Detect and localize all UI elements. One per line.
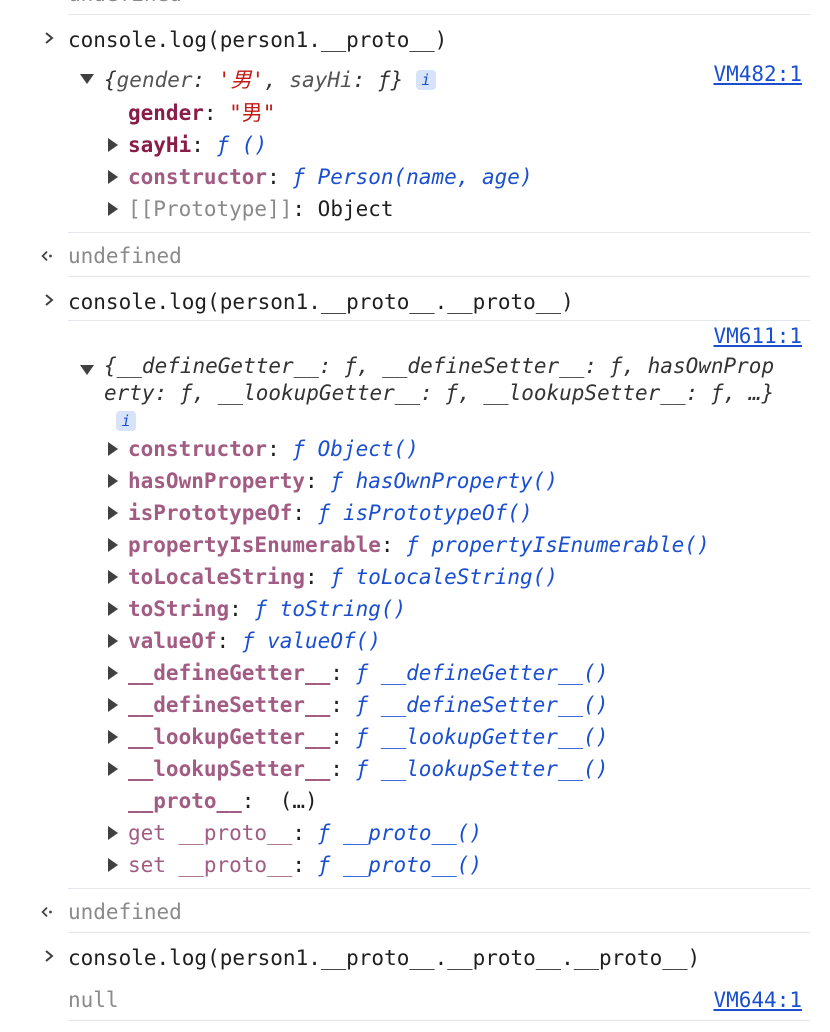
property-value: ƒ __defineGetter__() xyxy=(355,661,609,685)
property-row[interactable]: sayHi: ƒ () xyxy=(128,129,267,161)
chevron-right-icon xyxy=(45,294,54,306)
property-row[interactable]: __lookupGetter__: ƒ __lookupGetter__() xyxy=(128,721,608,753)
console-command[interactable]: console.log(person1.__proto__.__proto__) xyxy=(68,286,574,318)
property-row[interactable]: propertyIsEnumerable: ƒ propertyIsEnumer… xyxy=(128,529,710,561)
triangle-right-icon[interactable] xyxy=(108,202,118,216)
triangle-right-icon[interactable] xyxy=(108,170,118,184)
triangle-right-icon[interactable] xyxy=(108,698,118,712)
property-key: __lookupGetter__ xyxy=(128,725,331,749)
property-value: ƒ toLocaleString() xyxy=(330,565,558,589)
property-row: gender: "男" xyxy=(128,101,276,125)
property-row[interactable]: constructor: ƒ Object() xyxy=(128,433,419,465)
source-link-vm644[interactable]: VM644:1 xyxy=(713,984,802,1016)
property-row[interactable]: hasOwnProperty: ƒ hasOwnProperty() xyxy=(128,465,558,497)
property-row[interactable]: get __proto__: ƒ __proto__() xyxy=(128,817,482,849)
info-icon[interactable]: i xyxy=(415,70,436,90)
separator xyxy=(68,14,810,15)
separator xyxy=(68,932,810,933)
triangle-right-icon[interactable] xyxy=(108,666,118,680)
property-value: (…) xyxy=(279,789,318,813)
property-key: set __proto__ xyxy=(128,853,293,877)
property-row[interactable]: set __proto__: ƒ __proto__() xyxy=(128,849,482,881)
triangle-right-icon[interactable] xyxy=(108,730,118,744)
triangle-down-icon[interactable] xyxy=(80,74,94,84)
triangle-right-icon[interactable] xyxy=(108,634,118,648)
property-key: toLocaleString xyxy=(128,565,306,589)
result-undefined: undefined xyxy=(68,900,182,924)
property-row[interactable]: __defineGetter__: ƒ __defineGetter__() xyxy=(128,657,608,689)
property-row[interactable]: __defineSetter__: ƒ __defineSetter__() xyxy=(128,689,608,721)
property-value: ƒ hasOwnProperty() xyxy=(330,469,558,493)
triangle-down-icon[interactable] xyxy=(80,365,94,375)
source-link-vm611[interactable]: VM611:1 xyxy=(713,320,802,352)
return-arrow-icon xyxy=(41,251,52,261)
property-value: ƒ __proto__() xyxy=(317,853,483,877)
property-row[interactable]: __lookupSetter__: ƒ __lookupSetter__() xyxy=(128,753,608,785)
property-row[interactable]: isPrototypeOf: ƒ isPrototypeOf() xyxy=(128,497,533,529)
property-key: toString xyxy=(128,597,230,621)
property-value: ƒ __defineSetter__() xyxy=(355,693,609,717)
previous-output-undefined: undefined xyxy=(68,0,182,10)
property-row[interactable]: toLocaleString: ƒ toLocaleString() xyxy=(128,561,558,593)
source-link-vm482[interactable]: VM482:1 xyxy=(713,58,802,90)
return-arrow-icon xyxy=(41,907,52,917)
property-value: ƒ __proto__() xyxy=(317,821,483,845)
separator xyxy=(68,276,810,277)
property-key: __lookupSetter__ xyxy=(128,757,331,781)
object-summary-line2[interactable]: erty: ƒ, __lookupGetter__: ƒ, __lookupSe… xyxy=(104,377,774,409)
chevron-right-icon xyxy=(45,950,54,962)
triangle-right-icon[interactable] xyxy=(108,570,118,584)
triangle-right-icon[interactable] xyxy=(108,442,118,456)
property-row[interactable]: [[Prototype]]: Object xyxy=(128,193,394,225)
triangle-right-icon[interactable] xyxy=(108,506,118,520)
property-value: ƒ propertyIsEnumerable() xyxy=(406,533,710,557)
triangle-right-icon[interactable] xyxy=(108,538,118,552)
info-icon[interactable]: i xyxy=(116,411,136,431)
output-null: null xyxy=(68,988,119,1012)
property-row[interactable]: constructor: ƒ Person(name, age) xyxy=(128,161,533,193)
property-row[interactable]: __proto__: (…) xyxy=(128,785,318,817)
triangle-right-icon[interactable] xyxy=(108,602,118,616)
property-value: ƒ toString() xyxy=(254,597,407,621)
triangle-right-icon[interactable] xyxy=(108,138,118,152)
property-value: ƒ __lookupGetter__() xyxy=(355,725,609,749)
property-key: valueOf xyxy=(128,629,217,653)
property-value: ƒ valueOf() xyxy=(241,629,381,653)
property-key: get __proto__ xyxy=(128,821,293,845)
triangle-right-icon[interactable] xyxy=(108,858,118,872)
separator xyxy=(68,888,810,889)
property-row[interactable]: toString: ƒ toString() xyxy=(128,593,406,625)
property-key: isPrototypeOf xyxy=(128,501,293,525)
property-value: ƒ __lookupSetter__() xyxy=(355,757,609,781)
triangle-right-icon[interactable] xyxy=(108,762,118,776)
chevron-right-icon xyxy=(45,32,54,44)
triangle-right-icon[interactable] xyxy=(108,826,118,840)
property-key: hasOwnProperty xyxy=(128,469,306,493)
object-summary[interactable]: {gender: '男', sayHi: ƒ} i xyxy=(104,64,436,96)
separator xyxy=(68,1020,810,1021)
console-command[interactable]: console.log(person1.__proto__) xyxy=(68,24,447,56)
property-key: constructor xyxy=(128,437,268,461)
property-value: ƒ isPrototypeOf() xyxy=(317,501,533,525)
triangle-right-icon[interactable] xyxy=(108,474,118,488)
separator xyxy=(68,232,810,233)
property-value: ƒ Object() xyxy=(292,437,419,461)
property-key: propertyIsEnumerable xyxy=(128,533,381,557)
property-key: __defineSetter__ xyxy=(128,693,331,717)
console-command[interactable]: console.log(person1.__proto__.__proto__.… xyxy=(68,942,700,974)
property-key: __defineGetter__ xyxy=(128,661,331,685)
property-row[interactable]: valueOf: ƒ valueOf() xyxy=(128,625,381,657)
property-key: __proto__ xyxy=(128,789,242,813)
result-undefined: undefined xyxy=(68,244,182,268)
separator xyxy=(68,320,810,321)
